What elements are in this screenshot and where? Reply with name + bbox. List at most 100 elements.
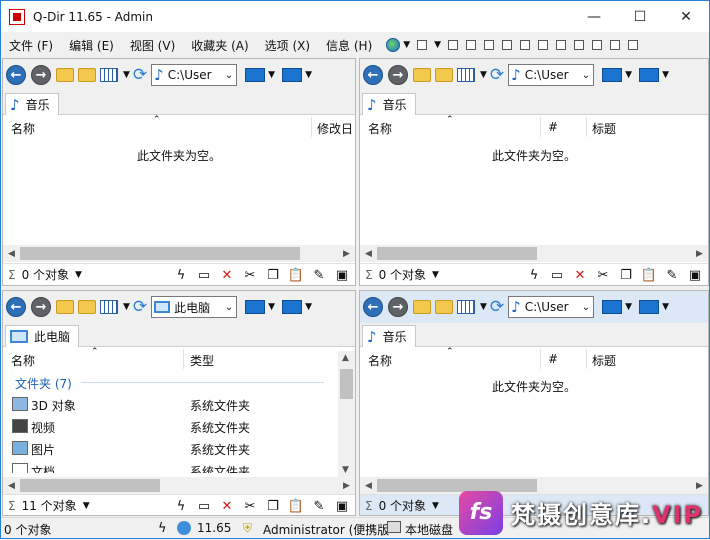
- up-folder-icon[interactable]: [413, 68, 431, 82]
- layout-8-icon[interactable]: [556, 40, 567, 50]
- cut-icon[interactable]: ✂: [241, 498, 259, 514]
- scroll-left-icon[interactable]: ◀: [3, 249, 20, 259]
- view-mode-icon[interactable]: [457, 68, 475, 82]
- globe-icon[interactable]: [386, 38, 401, 52]
- layout-2-icon[interactable]: [448, 40, 459, 50]
- delete-x-icon[interactable]: ✕: [218, 498, 236, 514]
- monitor-dropdown-icon[interactable]: ▼: [268, 302, 275, 312]
- list-item[interactable]: 3D 对象 系统文件夹: [3, 393, 338, 415]
- layout-4-icon[interactable]: [484, 40, 495, 50]
- horizontal-scrollbar[interactable]: ◀ ▶: [3, 245, 355, 262]
- refresh-icon[interactable]: ⟳: [133, 297, 147, 317]
- address-bar[interactable]: ♪ C:\User ⌄: [508, 296, 595, 318]
- menu-file[interactable]: 文件 (F): [1, 37, 61, 54]
- scroll-right-icon[interactable]: ▶: [338, 481, 355, 491]
- col-number[interactable]: #: [548, 120, 558, 134]
- monitor-2-icon[interactable]: [639, 300, 660, 314]
- monitor-dropdown-icon[interactable]: ▼: [625, 70, 632, 80]
- count-dropdown-icon[interactable]: ▼: [75, 270, 82, 280]
- refresh-icon[interactable]: ⟳: [490, 297, 504, 317]
- tab-music[interactable]: ♪ 音乐: [362, 325, 416, 347]
- close-button[interactable]: ✕: [663, 1, 709, 32]
- horizontal-scrollbar[interactable]: ◀ ▶: [360, 245, 708, 262]
- refresh-icon[interactable]: ⟳: [133, 65, 147, 85]
- delete-x-icon[interactable]: ✕: [218, 267, 236, 283]
- forward-arrow-icon[interactable]: →: [388, 297, 408, 317]
- view-dropdown-icon[interactable]: ▼: [123, 302, 130, 312]
- layout-10-icon[interactable]: [592, 40, 603, 50]
- count-dropdown-icon[interactable]: ▼: [83, 501, 90, 511]
- chevron-down-icon[interactable]: ⌄: [222, 70, 236, 81]
- back-arrow-icon[interactable]: ←: [363, 65, 383, 85]
- delete-x-icon[interactable]: ✕: [571, 267, 589, 283]
- view-dropdown-icon[interactable]: ▼: [480, 70, 487, 80]
- layout-5-icon[interactable]: [502, 40, 513, 50]
- copy-icon[interactable]: ❐: [264, 498, 282, 514]
- address-bar[interactable]: 此电脑 ⌄: [151, 296, 238, 318]
- address-bar[interactable]: ♪ C:\User ⌄: [151, 64, 238, 86]
- group-header-folders[interactable]: 文件夹 (7): [3, 371, 338, 393]
- lightning-icon[interactable]: ϟ: [525, 267, 543, 283]
- select-all-icon[interactable]: ▣: [333, 498, 351, 514]
- col-name[interactable]: 名称: [11, 352, 35, 369]
- menu-options[interactable]: 选项 (X): [257, 37, 318, 54]
- copy-icon[interactable]: ❐: [264, 267, 282, 283]
- monitor-2-dropdown-icon[interactable]: ▼: [305, 302, 312, 312]
- layout-6-icon[interactable]: [520, 40, 531, 50]
- monitor-icon[interactable]: [602, 68, 623, 82]
- scroll-down-icon[interactable]: ▼: [342, 465, 349, 475]
- copy-icon[interactable]: ❐: [617, 267, 635, 283]
- layout-7-icon[interactable]: [538, 40, 549, 50]
- address-bar[interactable]: ♪ C:\User ⌄: [508, 64, 595, 86]
- monitor-2-icon[interactable]: [639, 68, 660, 82]
- monitor-2-icon[interactable]: [282, 68, 303, 82]
- new-folder-icon[interactable]: [78, 300, 96, 314]
- monitor-2-dropdown-icon[interactable]: ▼: [305, 70, 312, 80]
- menu-info[interactable]: 信息 (H): [318, 37, 380, 54]
- paste-icon[interactable]: 📋: [287, 498, 305, 514]
- col-name[interactable]: 名称: [11, 120, 35, 137]
- view-mode-icon[interactable]: [100, 68, 118, 82]
- monitor-icon[interactable]: [245, 68, 266, 82]
- menu-favorites[interactable]: 收藏夹 (A): [183, 37, 256, 54]
- monitor-2-dropdown-icon[interactable]: ▼: [662, 70, 669, 80]
- back-arrow-icon[interactable]: ←: [6, 65, 26, 85]
- forward-arrow-icon[interactable]: →: [31, 297, 51, 317]
- view-dropdown-icon[interactable]: ▼: [480, 302, 487, 312]
- layout-9-icon[interactable]: [574, 40, 585, 50]
- back-arrow-icon[interactable]: ←: [363, 297, 383, 317]
- vertical-scrollbar[interactable]: ▲ ▼: [338, 351, 355, 477]
- properties-icon[interactable]: ✎: [310, 498, 328, 514]
- view-dropdown-icon[interactable]: ▼: [123, 70, 130, 80]
- monitor-icon[interactable]: [602, 300, 623, 314]
- layout-3-icon[interactable]: [466, 40, 477, 50]
- layout-dropdown-icon[interactable]: ▼: [434, 40, 441, 50]
- properties-icon[interactable]: ✎: [310, 267, 328, 283]
- col-title[interactable]: 标题: [592, 352, 616, 369]
- col-name[interactable]: 名称: [368, 120, 392, 137]
- up-folder-icon[interactable]: [56, 300, 74, 314]
- list-item[interactable]: 图片 系统文件夹: [3, 437, 338, 459]
- select-all-icon[interactable]: ▣: [686, 267, 704, 283]
- up-folder-icon[interactable]: [56, 68, 74, 82]
- list-item[interactable]: 文档 系统文件夹: [3, 459, 338, 473]
- new-folder-icon[interactable]: [78, 68, 96, 82]
- properties-icon[interactable]: ✎: [663, 267, 681, 283]
- tab-this-pc[interactable]: 此电脑: [5, 325, 80, 347]
- forward-arrow-icon[interactable]: →: [31, 65, 51, 85]
- view-mode-icon[interactable]: [457, 300, 475, 314]
- menu-view[interactable]: 视图 (V): [122, 37, 183, 54]
- maximize-button[interactable]: ☐: [617, 1, 663, 32]
- list-item[interactable]: 视频 系统文件夹: [3, 415, 338, 437]
- chevron-down-icon[interactable]: ⌄: [579, 302, 593, 313]
- rename-icon[interactable]: ▭: [195, 267, 213, 283]
- rename-icon[interactable]: ▭: [548, 267, 566, 283]
- monitor-dropdown-icon[interactable]: ▼: [268, 70, 275, 80]
- select-all-icon[interactable]: ▣: [333, 267, 351, 283]
- count-dropdown-icon[interactable]: ▼: [432, 501, 439, 511]
- monitor-2-icon[interactable]: [282, 300, 303, 314]
- back-arrow-icon[interactable]: ←: [6, 297, 26, 317]
- col-modified[interactable]: 修改日: [317, 120, 353, 137]
- monitor-icon[interactable]: [245, 300, 266, 314]
- count-dropdown-icon[interactable]: ▼: [432, 270, 439, 280]
